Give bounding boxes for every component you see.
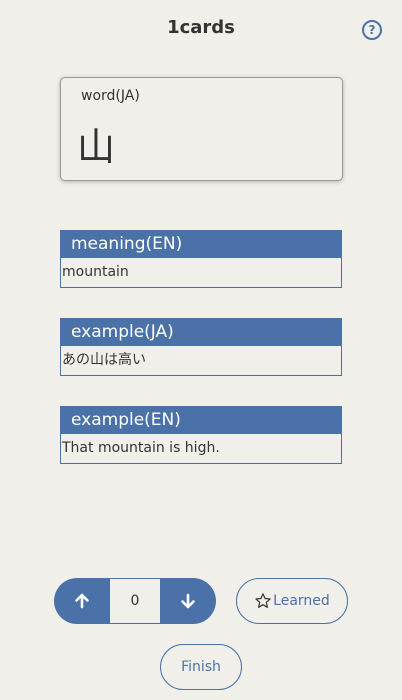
word-card[interactable]: word(JA) 山 (60, 77, 343, 181)
page-title: 1cards (167, 17, 235, 38)
section-text: That mountain is high. (62, 440, 220, 456)
star-icon (255, 593, 271, 608)
word-value: 山 (77, 125, 116, 169)
arrow-down-icon (181, 593, 195, 609)
learned-button[interactable]: Learned (236, 578, 348, 624)
word-label: word(JA) (81, 88, 140, 104)
example-ja-section: example(JA) あの山は高い (60, 318, 342, 376)
meaning-en-section: meaning(EN) mountain (60, 230, 342, 288)
decrement-button[interactable] (160, 578, 216, 624)
finish-button[interactable]: Finish (160, 644, 242, 690)
section-heading: example(JA) (61, 319, 341, 346)
increment-button[interactable] (54, 578, 110, 624)
section-heading: example(EN) (61, 407, 341, 434)
help-icon[interactable]: ? (362, 20, 382, 40)
example-en-section: example(EN) That mountain is high. (60, 406, 342, 464)
section-heading: meaning(EN) (61, 231, 341, 258)
section-text: あの山は高い (62, 352, 146, 368)
section-text: mountain (62, 264, 129, 280)
count-value: 0 (110, 579, 160, 623)
count-stepper: 0 (54, 578, 216, 624)
learned-label: Learned (273, 593, 330, 609)
arrow-up-icon (75, 593, 89, 609)
